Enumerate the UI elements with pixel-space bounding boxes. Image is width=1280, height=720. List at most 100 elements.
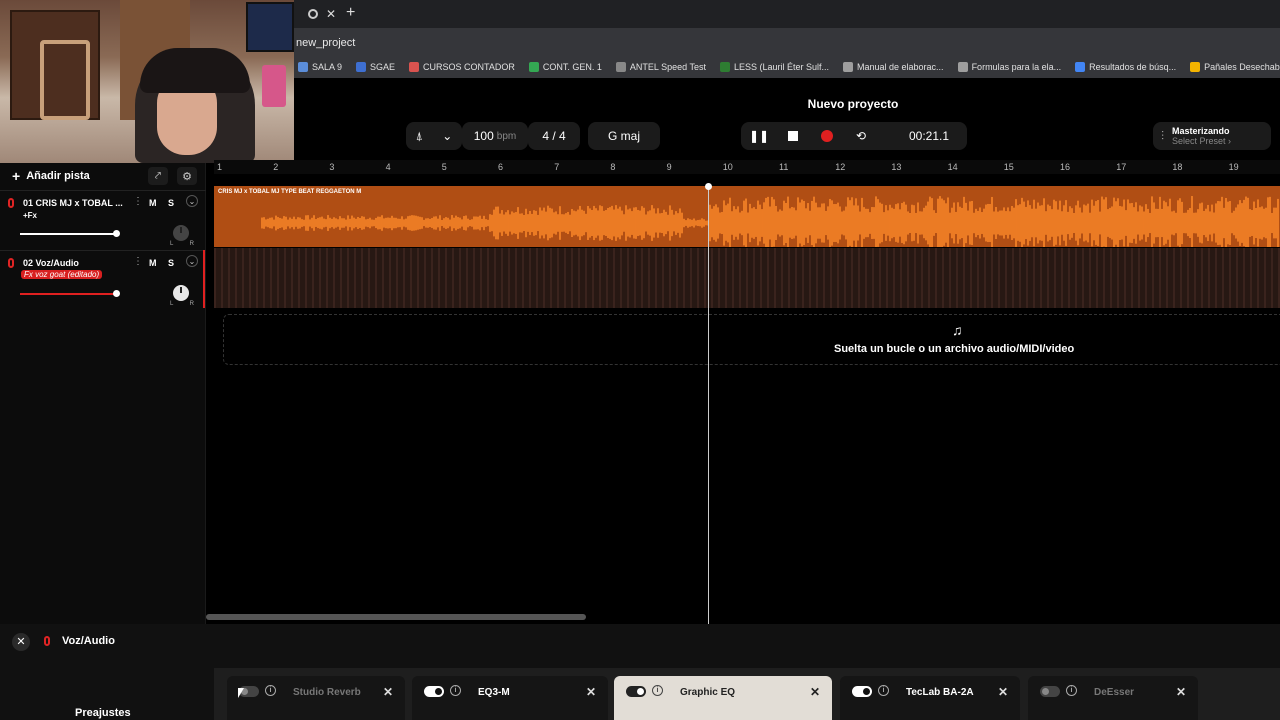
playhead-handle[interactable]	[705, 183, 712, 190]
bookmark-item[interactable]: CURSOS CONTADOR	[409, 62, 515, 72]
empty-track-lane[interactable]	[214, 248, 1280, 308]
address-text[interactable]: new_project	[296, 37, 355, 49]
new-tab-icon[interactable]: +	[346, 4, 355, 22]
plugin-name[interactable]: TecLab BA-2A	[906, 687, 974, 698]
bookmark-label: LESS (Lauril Éter Sulf...	[733, 62, 829, 72]
close-icon[interactable]: ✕	[1176, 685, 1186, 699]
bookmark-label: CURSOS CONTADOR	[423, 62, 515, 72]
metronome-icon[interactable]: ⍋	[416, 129, 423, 144]
mastering-select-preset[interactable]: Select Preset ›	[1172, 136, 1231, 146]
plugin-toggle[interactable]	[852, 686, 872, 697]
mastering-title: Masterizando	[1172, 126, 1230, 136]
track-row[interactable]: 02 Voz/Audio Fx voz goat (editado) ⋮ M S…	[0, 250, 206, 309]
bar-number: 5	[441, 162, 447, 172]
bookmark-favicon-icon	[409, 62, 420, 72]
track-fx[interactable]: Fx voz goat (editado)	[21, 270, 103, 279]
plugin-toggle[interactable]	[424, 686, 444, 697]
stop-icon[interactable]	[785, 128, 801, 144]
solo-button[interactable]: S	[168, 198, 174, 208]
info-icon[interactable]: i	[450, 685, 461, 696]
tab-close-icon[interactable]: ✕	[326, 7, 336, 21]
bookmark-item[interactable]: Pañales Desechable...	[1190, 62, 1280, 72]
more-options-icon[interactable]: ⋮	[133, 196, 143, 207]
plugin-toggle[interactable]	[626, 686, 646, 697]
presets-tab[interactable]: Preajustes	[75, 707, 131, 719]
track-fx[interactable]: +Fx	[23, 211, 37, 220]
loop-icon[interactable]: ⟲	[853, 128, 869, 144]
key-value[interactable]: G maj	[608, 129, 640, 143]
plugin-name[interactable]: DeEsser	[1094, 687, 1134, 698]
mute-button[interactable]: M	[149, 258, 157, 268]
volume-fader[interactable]	[20, 233, 116, 235]
track-name[interactable]: 01 CRIS MJ x TOBAL ...	[23, 198, 123, 208]
bookmark-item[interactable]: ANTEL Speed Test	[615, 62, 706, 72]
bookmark-item[interactable]: Manual de elaborac...	[843, 62, 944, 72]
add-track-label: Añadir pista	[26, 170, 90, 182]
mute-button[interactable]: M	[149, 198, 157, 208]
bar-number: 2	[273, 162, 279, 172]
more-options-icon[interactable]: ⋮	[133, 256, 143, 267]
tempo-control[interactable]: 100 bpm	[462, 122, 528, 150]
metronome-control[interactable]: ⍋ ⌄	[406, 122, 462, 150]
plugin-name[interactable]: Graphic EQ	[680, 687, 735, 698]
plugin-name[interactable]: EQ3-M	[478, 687, 510, 698]
close-icon[interactable]: ✕	[998, 685, 1008, 699]
pan-knob[interactable]	[173, 285, 189, 301]
track-row[interactable]: 01 CRIS MJ x TOBAL ... +Fx ⋮ M S ⌄ LR	[0, 190, 206, 249]
chevron-down-icon[interactable]: ⌄	[442, 129, 452, 143]
plugin-slot[interactable]: i EQ3-M ✕	[412, 676, 608, 720]
plugin-name[interactable]: Studio Reverb	[293, 687, 361, 698]
add-track-button[interactable]: + Añadir pista	[12, 168, 90, 184]
time-signature-value[interactable]: 4 / 4	[542, 129, 565, 143]
fx-track-name: Voz/Audio	[62, 635, 115, 647]
volume-fader-knob[interactable]	[113, 290, 120, 297]
volume-fader[interactable]	[20, 293, 116, 295]
plugin-slot[interactable]: i TecLab BA-2A ✕	[840, 676, 1020, 720]
record-icon[interactable]	[819, 128, 835, 144]
pan-knob[interactable]	[173, 225, 189, 241]
bar-number: 7	[554, 162, 560, 172]
bookmark-item[interactable]: LESS (Lauril Éter Sulf...	[719, 62, 829, 72]
project-title[interactable]: Nuevo proyecto	[294, 97, 1280, 111]
close-icon[interactable]: ✕	[810, 685, 820, 699]
time-signature[interactable]: 4 / 4	[528, 122, 580, 150]
bookmark-item[interactable]: Resultados de búsq...	[1075, 62, 1176, 72]
solo-button[interactable]: S	[168, 258, 174, 268]
pause-icon[interactable]: ❚❚	[749, 128, 769, 144]
bookmark-item[interactable]: SALA 9	[298, 62, 342, 72]
drop-zone[interactable]	[223, 314, 1280, 365]
plugin-slot[interactable]: i DeEsser ✕	[1028, 676, 1198, 720]
playhead[interactable]	[708, 186, 709, 624]
arrangement-area[interactable]: CRIS MJ x TOBAL MJ TYPE BEAT REGGAETON M	[214, 174, 1280, 624]
plugin-slot[interactable]: i Studio Reverb ✕	[227, 676, 405, 720]
chevron-down-icon[interactable]: ⌄	[186, 195, 198, 207]
close-icon[interactable]: ✕	[383, 685, 393, 699]
bookmark-label: Pañales Desechable...	[1204, 62, 1280, 72]
bpm-value[interactable]: 100	[474, 129, 494, 143]
audio-clip[interactable]: CRIS MJ x TOBAL MJ TYPE BEAT REGGAETON M	[214, 186, 1280, 247]
horizontal-scrollbar[interactable]	[206, 614, 586, 620]
bookmark-item[interactable]: CONT. GEN. 1	[528, 62, 602, 72]
browser-tab[interactable]: ✕	[298, 3, 340, 25]
info-icon[interactable]: i	[878, 685, 889, 696]
plugin-toggle[interactable]	[1040, 686, 1060, 697]
info-icon[interactable]: i	[1066, 685, 1077, 696]
track-name[interactable]: 02 Voz/Audio	[23, 258, 79, 268]
automation-icon[interactable]: ⤤	[148, 167, 168, 185]
mouse-cursor	[238, 688, 244, 698]
pan-lr-label: LR	[170, 241, 194, 247]
bookmark-item[interactable]: SGAE	[356, 62, 395, 72]
key-selector[interactable]: G maj	[588, 122, 660, 150]
bookmark-item[interactable]: Formulas para la ela...	[957, 62, 1061, 72]
track-settings-icon[interactable]: ⚙	[177, 167, 197, 185]
mastering-preset[interactable]: ⫶ Masterizando Select Preset ›	[1153, 122, 1271, 150]
info-icon[interactable]: i	[265, 685, 276, 696]
chevron-down-icon[interactable]: ⌄	[186, 255, 198, 267]
close-icon[interactable]: ✕	[12, 633, 30, 651]
address-bar[interactable]: new_project	[294, 28, 1280, 56]
close-icon[interactable]: ✕	[586, 685, 596, 699]
volume-fader-knob[interactable]	[113, 230, 120, 237]
plugin-slot[interactable]: i Graphic EQ ✕	[614, 676, 832, 720]
info-icon[interactable]: i	[652, 685, 663, 696]
timeline-ruler[interactable]: 1 2 3 4 5 6 7 8 9 10 11 12 13 14 15 16 17 18 19	[214, 160, 1280, 174]
